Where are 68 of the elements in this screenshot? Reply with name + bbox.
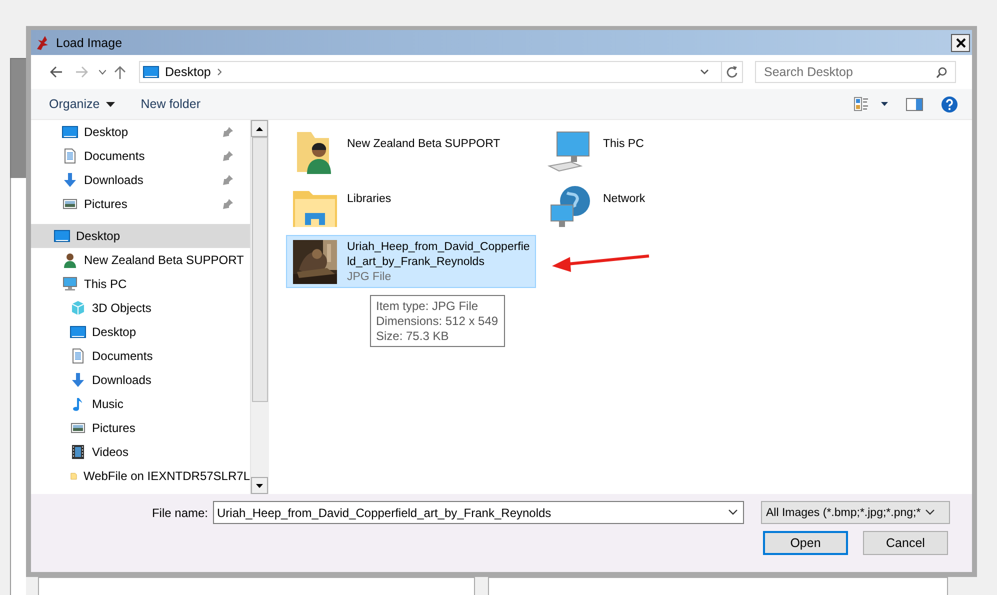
nav-item[interactable]: Pictures [31,192,222,216]
close-button[interactable] [951,34,970,52]
down-arrow-icon [62,172,78,188]
document-icon [70,348,86,364]
address-bar[interactable]: Desktop [139,61,743,83]
back-icon[interactable] [49,66,63,78]
up-icon[interactable] [114,66,126,78]
nav-item[interactable]: WebFile on IEXNTDR57SLR7L [31,464,250,488]
view-options-icon[interactable] [854,97,888,111]
nav-item[interactable]: Downloads [31,368,250,392]
chevron-down-icon[interactable] [700,69,708,75]
nav-item[interactable]: Desktop [31,120,222,144]
nav-item[interactable]: Desktop [31,224,250,248]
close-icon [956,38,966,48]
down-arrow-icon [70,372,86,388]
pin-icon[interactable] [222,150,234,162]
organize-menu-button[interactable]: Organize [43,93,121,115]
document-icon [62,148,78,164]
nav-item[interactable]: Downloads [31,168,222,192]
search-field[interactable]: Search Desktop [755,61,956,83]
chevron-down-icon[interactable] [98,70,106,74]
chevron-icon [216,68,222,76]
image-icon [70,420,86,436]
nav-item[interactable]: Videos [31,440,250,464]
file-item[interactable]: This PC [542,125,792,178]
chevron-down-icon [922,508,937,516]
tooltip: Item type: JPG File Dimensions: 512 x 549 Size: 75.3 KB [370,295,506,347]
nav-item[interactable]: Music [31,392,250,416]
file-item[interactable]: Network [542,180,792,233]
search-icon [936,66,947,78]
window-title: Load Image [56,36,122,50]
monitor-icon [62,124,78,140]
caret-icon [106,102,115,106]
caret-up-icon [256,126,263,130]
dialog-button[interactable]: Open [763,531,848,555]
file-item[interactable]: Uriah_Heep_from_David_Copperfield_art_by_Frank_Reynolds JPG File [286,235,536,288]
dialog-button[interactable]: Cancel [863,531,948,555]
file-name-field[interactable]: Uriah_Heep_from_David_Copperfield_art_by_Frank_Reynolds [213,501,744,524]
monitor-icon [70,324,86,340]
monitor-icon [54,228,70,244]
nav-item[interactable]: Documents [31,344,250,368]
preview-pane-icon[interactable] [906,98,923,110]
computer-icon [62,276,78,292]
pin-icon[interactable] [222,126,234,138]
help-icon[interactable] [941,96,958,112]
nav-item[interactable]: Pictures [31,416,250,440]
caret-down-icon [256,484,263,488]
nav-item[interactable]: Documents [31,144,222,168]
scroll-down-button[interactable] [251,477,268,494]
refresh-icon[interactable] [726,66,738,78]
file-item[interactable]: Libraries [286,180,536,233]
pin-icon[interactable] [222,174,234,186]
file-type-dropdown[interactable]: All Images (*.bmp;*.jpg;*.png;* [761,501,950,524]
scrollbar-thumb[interactable] [252,137,268,402]
person-icon [62,252,78,268]
nav-item[interactable]: 3D Objects [31,296,250,320]
nav-item[interactable]: Desktop [31,320,250,344]
film-icon [70,444,86,460]
image-icon [62,196,78,212]
nav-item[interactable]: New Zealand Beta SUPPORT [31,248,250,272]
monitor-icon [143,64,159,80]
file-item[interactable]: New Zealand Beta SUPPORT [286,125,536,178]
cube-icon [70,300,86,316]
scroll-up-button[interactable] [251,120,268,137]
nav-item[interactable]: This PC [31,272,250,296]
field-label: File name: [152,506,208,520]
toolbar-button[interactable]: New folder [134,93,206,115]
pin-icon[interactable] [222,198,234,210]
